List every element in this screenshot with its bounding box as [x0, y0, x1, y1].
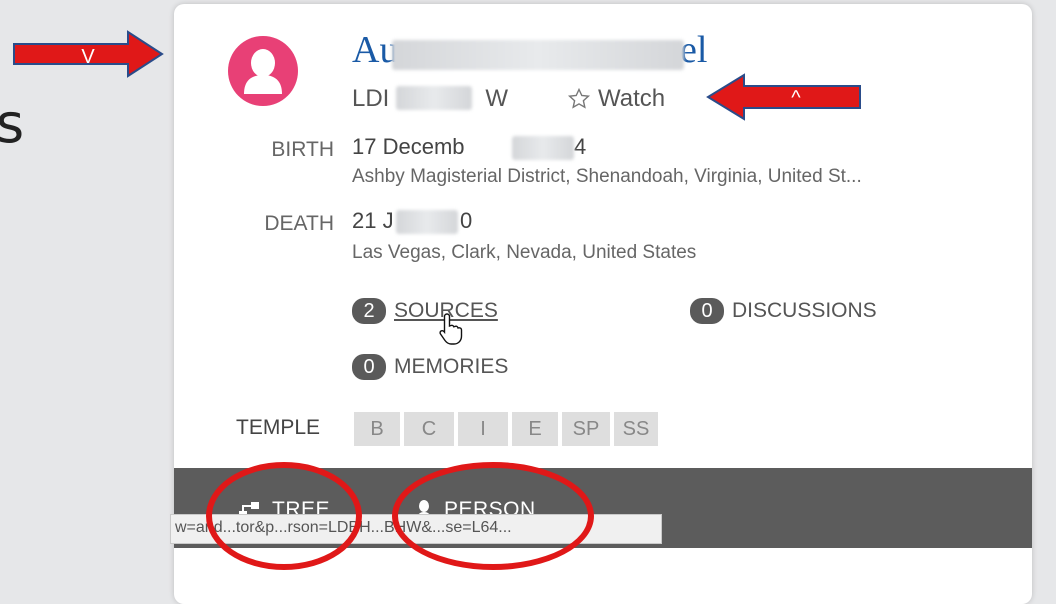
- annotation-circle-person: [392, 462, 594, 570]
- redacted-birth-date: [512, 136, 574, 160]
- ordinance-i[interactable]: I: [458, 412, 508, 446]
- birth-date-end: 4: [574, 134, 587, 159]
- ordinance-ss[interactable]: SS: [614, 412, 658, 446]
- avatar: [228, 36, 298, 106]
- death-date-end: 0: [460, 208, 473, 233]
- ordinance-c[interactable]: C: [404, 412, 454, 446]
- discussions-link[interactable]: 0 DISCUSSIONS: [690, 298, 877, 324]
- birth-place: Ashby Magisterial District, Shenandoah, …: [352, 166, 862, 187]
- birth-date-start: 17 Decemb: [352, 134, 465, 159]
- person-name-end: el: [680, 29, 708, 71]
- left-arrow-label: V: [81, 46, 95, 68]
- sources-count: 2: [352, 298, 386, 324]
- redacted-id: [396, 86, 472, 110]
- annotation-circle-tree: [206, 462, 362, 570]
- hand-cursor-icon: [439, 313, 463, 345]
- background-slide-letter: s: [0, 92, 25, 155]
- person-id-start: LDI: [352, 85, 390, 112]
- redacted-name: [392, 40, 684, 70]
- sources-link[interactable]: 2 SOURCES: [352, 298, 498, 324]
- death-label: DEATH: [264, 212, 334, 235]
- star-outline-icon: [567, 87, 591, 109]
- memories-count: 0: [352, 354, 386, 380]
- person-silhouette-icon: [244, 49, 282, 94]
- memories-label: MEMORIES: [394, 355, 509, 378]
- ordinance-e[interactable]: E: [512, 412, 558, 446]
- right-arrow-label: ^: [791, 87, 801, 109]
- temple-label: TEMPLE: [236, 416, 321, 439]
- discussions-label: DISCUSSIONS: [732, 299, 877, 322]
- watch-label: Watch: [598, 85, 666, 112]
- memories-link[interactable]: 0 MEMORIES: [352, 354, 508, 380]
- death-place: Las Vegas, Clark, Nevada, United States: [352, 242, 697, 263]
- death-date-start: 21 J: [352, 208, 394, 233]
- redacted-death-date: [396, 210, 458, 234]
- birth-label: BIRTH: [271, 138, 334, 161]
- watch-button[interactable]: Watch: [566, 85, 665, 113]
- discussions-count: 0: [690, 298, 724, 324]
- ordinance-b[interactable]: B: [354, 412, 400, 446]
- annotation-arrow-left: V: [13, 30, 164, 78]
- ordinance-sp[interactable]: SP: [562, 412, 610, 446]
- person-id-end: W: [485, 85, 509, 112]
- annotation-arrow-right: ^: [706, 73, 861, 121]
